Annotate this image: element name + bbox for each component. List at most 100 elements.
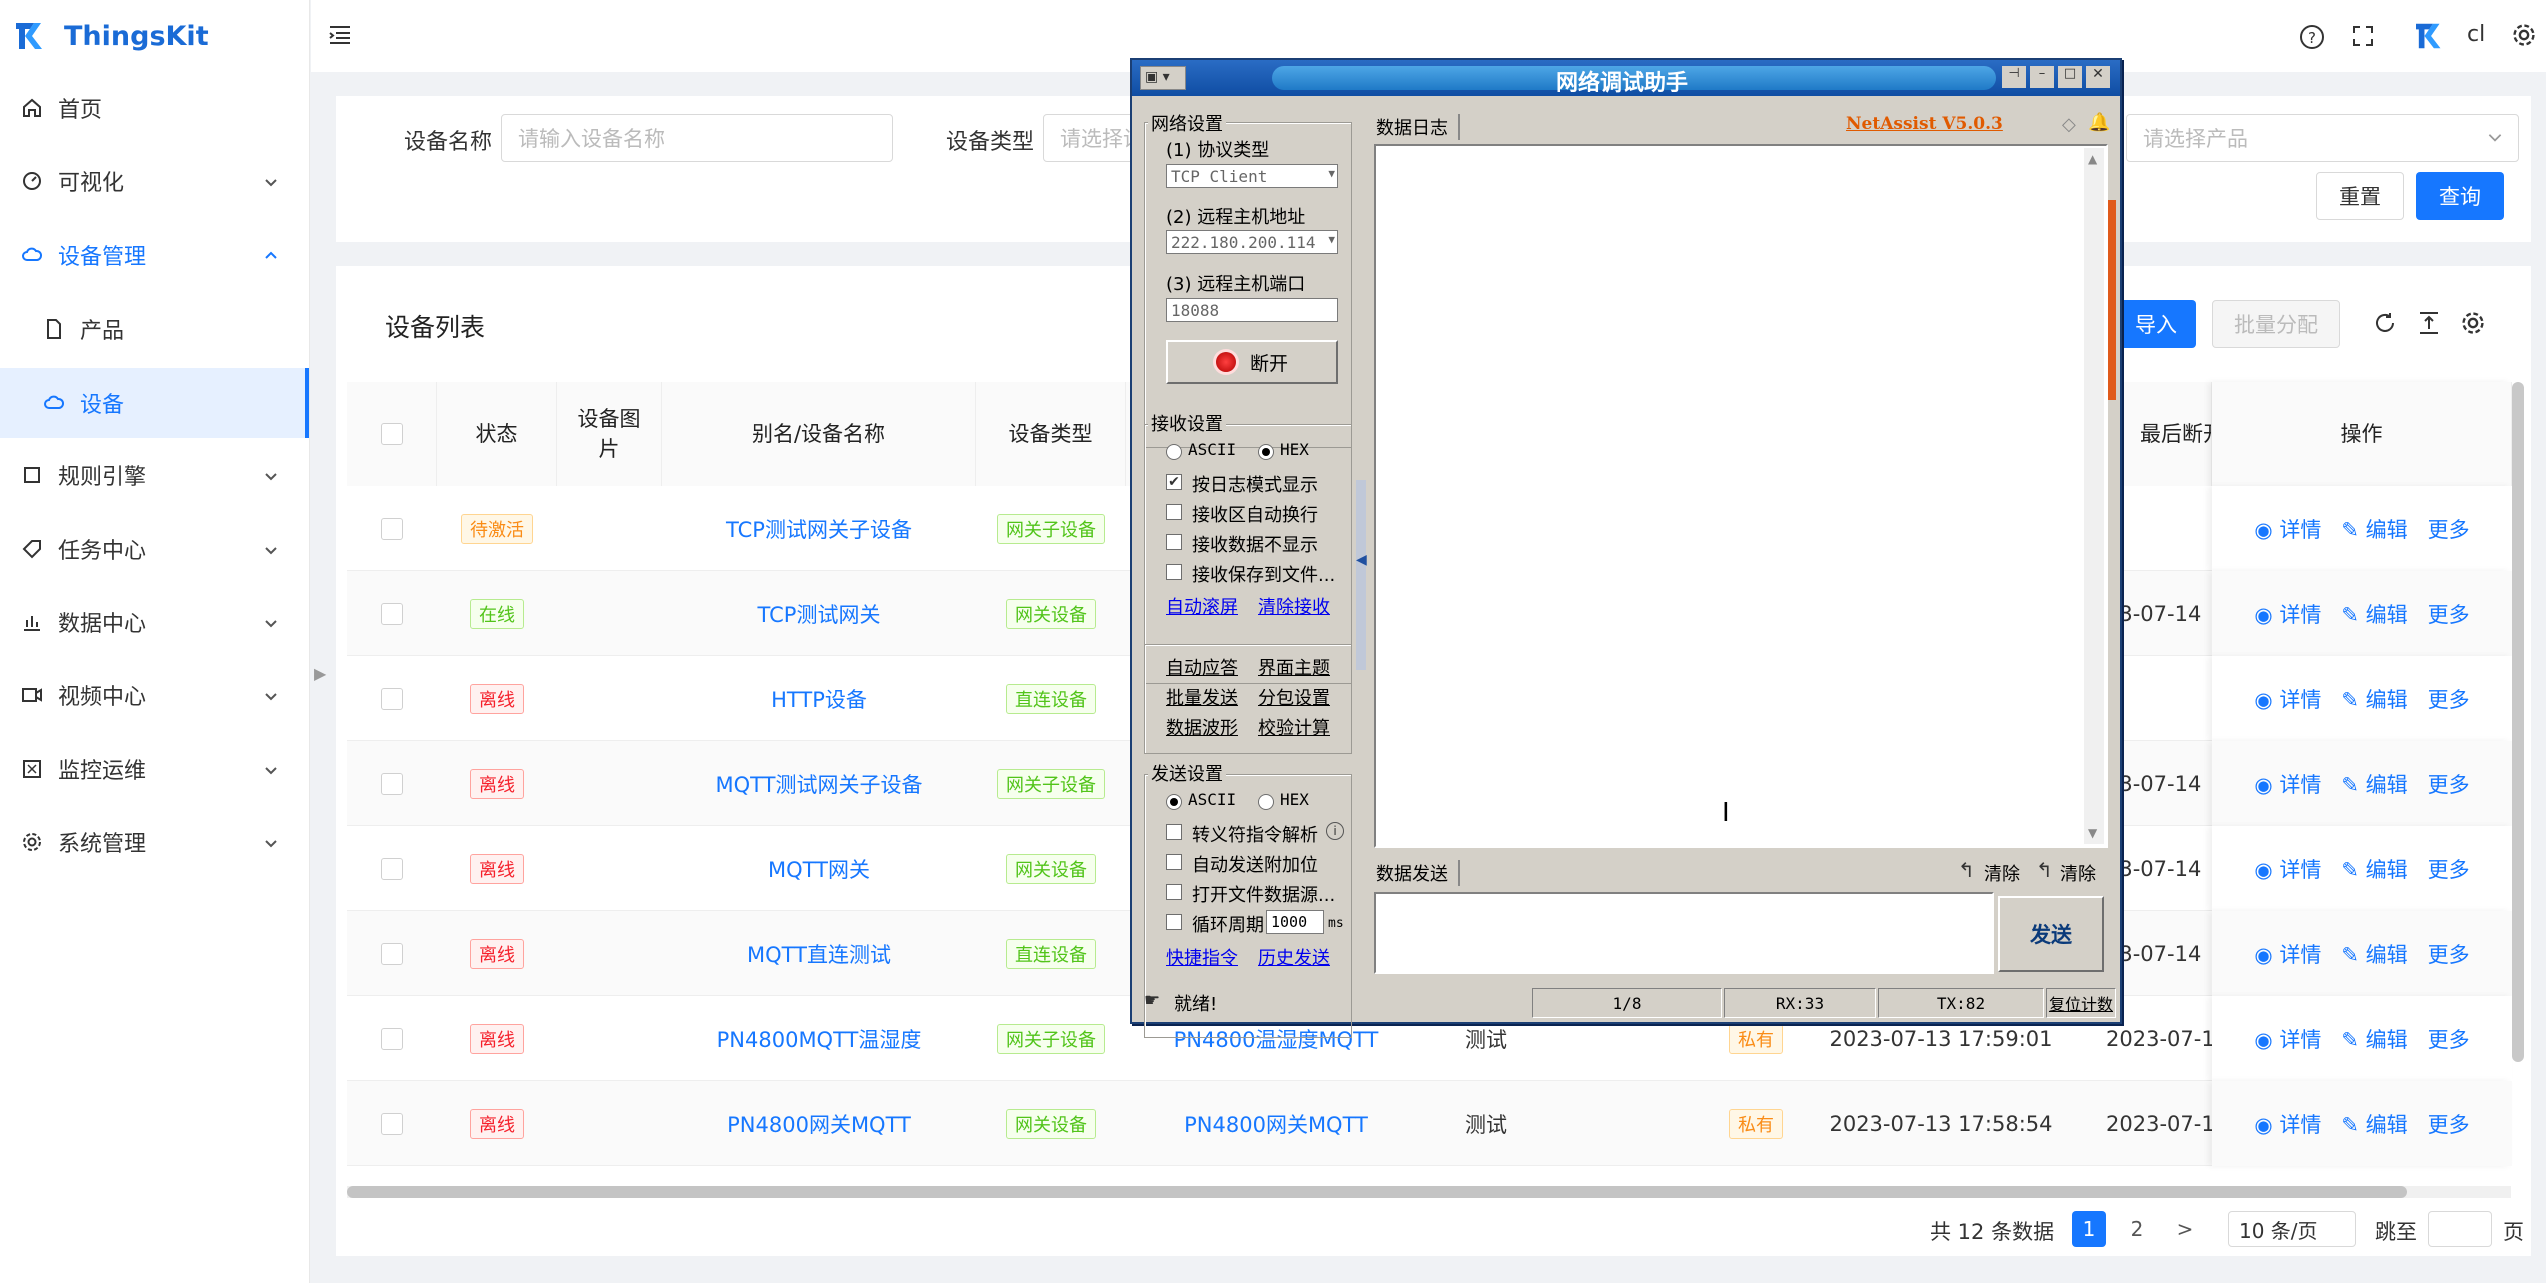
device-name-input[interactable]: 请输入设备名称 xyxy=(501,114,893,162)
sidebar-item-monitoring[interactable]: 监控运维 xyxy=(0,739,309,799)
detail-action[interactable]: ◉ 详情 xyxy=(2254,939,2321,969)
column-height-icon[interactable] xyxy=(2416,310,2442,342)
clear-log-button[interactable]: 清除 xyxy=(1984,860,2020,886)
edit-action[interactable]: ✎ 编辑 xyxy=(2341,514,2407,544)
help-icon[interactable]: ? xyxy=(2299,24,2325,56)
send-ascii-radio[interactable] xyxy=(1166,794,1182,810)
edit-action[interactable]: ✎ 编辑 xyxy=(2341,939,2407,969)
log-scrollbar[interactable]: ▲ ▼ xyxy=(2084,148,2104,844)
detail-action[interactable]: ◉ 详情 xyxy=(2254,1109,2321,1139)
detail-action[interactable]: ◉ 详情 xyxy=(2254,514,2321,544)
edit-action[interactable]: ✎ 编辑 xyxy=(2341,684,2407,714)
device-name-link[interactable]: HTTP设备 xyxy=(662,656,976,741)
data-log-area[interactable]: ▲ ▼ I xyxy=(1374,144,2108,848)
edit-action[interactable]: ✎ 编辑 xyxy=(2341,1024,2407,1054)
device-name-link[interactable]: MQTT网关 xyxy=(662,826,976,911)
edit-action[interactable]: ✎ 编辑 xyxy=(2341,854,2407,884)
app-logo[interactable]: ThingsKit xyxy=(14,16,209,56)
fullscreen-icon[interactable] xyxy=(2351,24,2375,54)
page-1-button[interactable]: 1 xyxy=(2072,1211,2106,1247)
auto-reply-link[interactable]: 自动应答 xyxy=(1166,654,1238,680)
detail-action[interactable]: ◉ 详情 xyxy=(2254,684,2321,714)
row-checkbox[interactable] xyxy=(381,517,403,540)
more-action[interactable]: 更多 xyxy=(2428,514,2470,544)
diamond-icon[interactable]: ◇ xyxy=(2062,114,2076,135)
select-all-checkbox[interactable] xyxy=(380,423,403,445)
host-select[interactable]: 222.180.200.114 ▼ xyxy=(1166,230,1338,254)
auto-append-checkbox[interactable] xyxy=(1166,854,1182,870)
product-select[interactable]: 请选择产品 xyxy=(2126,114,2519,162)
cycle-checkbox[interactable] xyxy=(1166,914,1182,930)
close-icon[interactable]: ✕ xyxy=(2086,66,2110,88)
data-send-tab[interactable]: 数据发送 xyxy=(1376,860,1460,886)
page-size-select[interactable]: 10 条/页 xyxy=(2228,1211,2356,1247)
more-action[interactable]: 更多 xyxy=(2428,1109,2470,1139)
row-checkbox[interactable] xyxy=(381,942,403,965)
send-input-area[interactable] xyxy=(1374,892,1994,974)
send-button[interactable]: 发送 xyxy=(1998,896,2104,972)
pin-icon[interactable]: ⊣ xyxy=(2002,66,2026,88)
packet-settings-link[interactable]: 分包设置 xyxy=(1258,684,1330,710)
table-row[interactable]: 离线 PN4800网关MQTT 网关设备 PN4800网关MQTT 测试 私有 2023-0… xyxy=(347,1081,2512,1166)
jump-input[interactable] xyxy=(2428,1211,2492,1247)
row-checkbox[interactable] xyxy=(381,857,403,880)
recv-ascii-radio[interactable] xyxy=(1166,444,1182,460)
bell-icon[interactable]: 🔔 xyxy=(2088,112,2110,133)
detail-action[interactable]: ◉ 详情 xyxy=(2254,599,2321,629)
more-action[interactable]: 更多 xyxy=(2428,939,2470,969)
row-checkbox[interactable] xyxy=(381,1112,403,1135)
detail-action[interactable]: ◉ 详情 xyxy=(2254,854,2321,884)
device-name-link[interactable]: MQTT直连测试 xyxy=(662,911,976,996)
sidebar-item-device[interactable]: 设备 xyxy=(0,368,309,438)
save-to-file-checkbox[interactable] xyxy=(1166,564,1182,580)
window-title-bar[interactable]: ▣ ▾ 网络调试助手 ⊣ – □ ✕ xyxy=(1132,60,2120,96)
file-source-checkbox[interactable] xyxy=(1166,884,1182,900)
scroll-up-icon[interactable]: ▲ xyxy=(2088,152,2097,166)
row-checkbox[interactable] xyxy=(381,772,403,795)
sidebar-item-visualization[interactable]: 可视化 xyxy=(0,151,309,211)
menu-fold-icon[interactable] xyxy=(327,22,353,54)
edit-action[interactable]: ✎ 编辑 xyxy=(2341,1109,2407,1139)
device-name-link[interactable]: MQTT测试网关子设备 xyxy=(662,741,976,826)
horizontal-scrollbar-thumb[interactable] xyxy=(347,1186,2407,1198)
disconnect-button[interactable]: 断开 xyxy=(1166,340,1338,384)
column-settings-icon[interactable] xyxy=(2460,310,2486,342)
edit-action[interactable]: ✎ 编辑 xyxy=(2341,599,2407,629)
auto-wrap-checkbox[interactable] xyxy=(1166,504,1182,520)
sidebar-item-device-management[interactable]: 设备管理 xyxy=(0,225,309,285)
device-name-link[interactable]: PN4800网关MQTT xyxy=(662,1081,976,1166)
cycle-period-input[interactable]: 1000 xyxy=(1266,910,1324,934)
theme-link[interactable]: 界面主题 xyxy=(1258,654,1330,680)
sidebar-item-home[interactable]: 首页 xyxy=(0,78,309,138)
scroll-down-icon[interactable]: ▼ xyxy=(2088,826,2097,840)
shortcut-command-link[interactable]: 快捷指令 xyxy=(1166,944,1238,970)
sidebar-item-product[interactable]: 产品 xyxy=(0,299,309,359)
hide-data-checkbox[interactable] xyxy=(1166,534,1182,550)
batch-assign-button[interactable]: 批量分配 xyxy=(2212,300,2340,348)
next-page-button[interactable]: > xyxy=(2168,1211,2202,1247)
user-name[interactable]: cl xyxy=(2467,22,2485,47)
sidebar-item-task-center[interactable]: 任务中心 xyxy=(0,519,309,579)
history-send-link[interactable]: 历史发送 xyxy=(1258,944,1330,970)
maximize-icon[interactable]: □ xyxy=(2058,66,2082,88)
sidebar-item-rule-engine[interactable]: 规则引擎 xyxy=(0,445,309,505)
row-checkbox[interactable] xyxy=(381,687,403,710)
more-action[interactable]: 更多 xyxy=(2428,769,2470,799)
checksum-link[interactable]: 校验计算 xyxy=(1258,714,1330,740)
waveform-link[interactable]: 数据波形 xyxy=(1166,714,1238,740)
device-name-link[interactable]: PN4800MQTT温湿度 xyxy=(662,996,976,1081)
minimize-icon[interactable]: – xyxy=(2030,66,2054,88)
version-link[interactable]: NetAssist V5.0.3 xyxy=(1846,114,2003,134)
clear-receive-link[interactable]: 清除接收 xyxy=(1258,593,1330,619)
sidebar-collapse-handle[interactable]: ▶ xyxy=(314,664,326,683)
auto-scroll-link[interactable]: 自动滚屏 xyxy=(1166,593,1238,619)
page-2-button[interactable]: 2 xyxy=(2120,1211,2154,1247)
window-menu-icon[interactable]: ▣ ▾ xyxy=(1140,66,1186,90)
sidebar-item-video-center[interactable]: 视频中心 xyxy=(0,665,309,725)
more-action[interactable]: 更多 xyxy=(2428,854,2470,884)
reset-button[interactable]: 重置 xyxy=(2316,172,2404,220)
detail-action[interactable]: ◉ 详情 xyxy=(2254,769,2321,799)
clear-send-button[interactable]: 清除 xyxy=(2060,860,2096,886)
row-checkbox[interactable] xyxy=(381,1027,403,1050)
send-hex-radio[interactable] xyxy=(1258,794,1274,810)
